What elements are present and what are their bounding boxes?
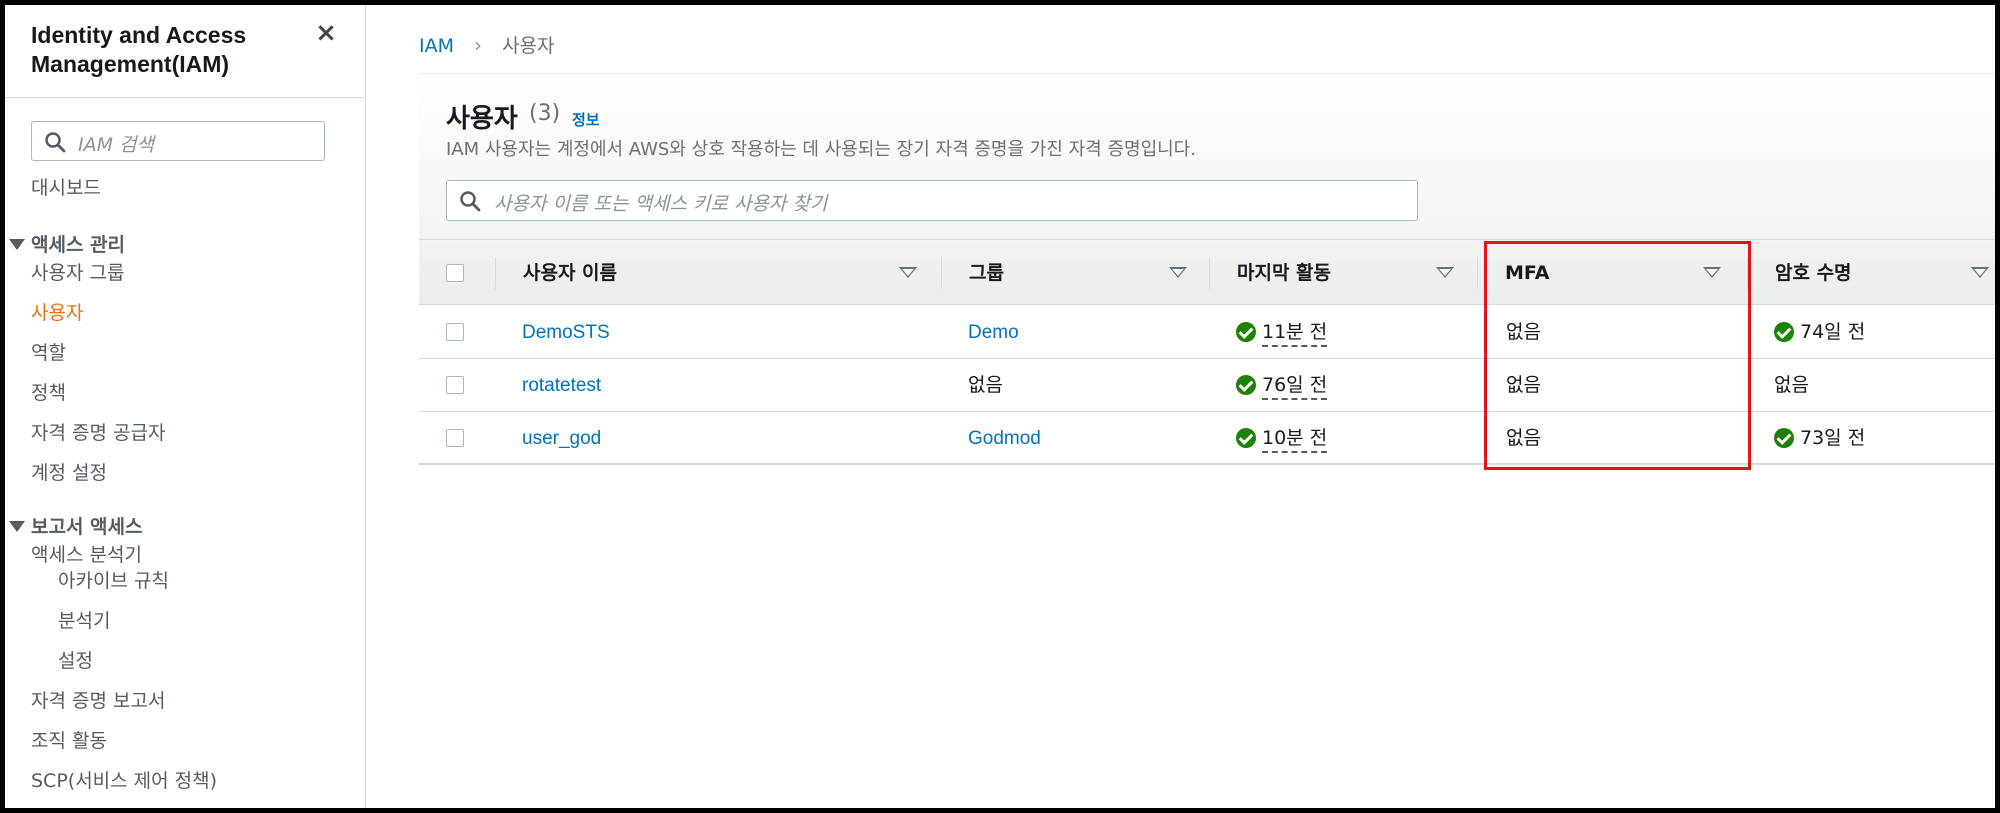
group-cell: 없음 (968, 374, 1003, 396)
sidebar-item-scp[interactable]: SCP(서비스 제어 정책) (31, 769, 217, 793)
search-icon (460, 191, 481, 212)
sidebar-item-account-settings[interactable]: 계정 설정 (31, 461, 107, 485)
password-age-cell: 73일 전 (1774, 412, 1865, 465)
column-divider (1747, 257, 1748, 289)
sidebar-item-identity-providers[interactable]: 자격 증명 공급자 (31, 421, 165, 445)
sidebar-item-users[interactable]: 사용자 (31, 301, 83, 325)
check-circle-icon (1774, 322, 1794, 342)
table-header: 사용자 이름 그룹 마지막 활동 MFA 암호 수명 (419, 239, 1995, 305)
user-search-input[interactable]: 사용자 이름 또는 액세스 키로 사용자 찾기 (446, 180, 1418, 221)
mfa-cell: 없음 (1506, 427, 1541, 449)
column-header-groups[interactable]: 그룹 (969, 240, 1004, 306)
password-age-cell: 없음 (1774, 374, 1809, 396)
select-all-checkbox[interactable] (446, 264, 464, 282)
check-circle-icon (1774, 428, 1794, 448)
caret-down-icon (9, 239, 25, 250)
row-checkbox[interactable] (446, 429, 464, 447)
column-divider (1477, 257, 1478, 289)
user-search-placeholder: 사용자 이름 또는 액세스 키로 사용자 찾기 (494, 193, 828, 215)
sidebar-section-access-management[interactable]: 액세스 관리 (9, 233, 125, 257)
password-age-value: 74일 전 (1800, 321, 1866, 343)
app-frame: Identity and Access Management(IAM) × IA… (5, 5, 1995, 808)
table-row[interactable]: user_god Godmod 10분 전 없음 73일 전 (419, 412, 1995, 465)
column-header-mfa[interactable]: MFA (1505, 240, 1549, 306)
sidebar-item-settings[interactable]: 설정 (58, 649, 93, 673)
caret-down-icon (9, 521, 25, 532)
column-divider (941, 257, 942, 289)
password-age-value: 73일 전 (1800, 427, 1866, 449)
check-circle-icon (1236, 428, 1256, 448)
sidebar-item-archive-rules[interactable]: 아카이브 규칙 (58, 569, 169, 593)
close-icon[interactable]: × (312, 19, 340, 47)
last-activity-value[interactable]: 76일 전 (1262, 374, 1328, 400)
user-name-link[interactable]: user_god (522, 412, 601, 465)
sidebar-item-organization-activity[interactable]: 조직 활동 (31, 729, 107, 753)
sidebar-title: Identity and Access Management(IAM) (31, 22, 247, 77)
last-activity-cell: 76일 전 (1236, 359, 1328, 412)
group-link[interactable]: Godmod (968, 412, 1041, 465)
user-name-link[interactable]: DemoSTS (522, 306, 610, 359)
panel-header: 사용자 (3) 정보 IAM 사용자는 계정에서 AWS와 상호 작용하는 데 … (419, 73, 1995, 239)
column-divider (495, 257, 496, 289)
sidebar: Identity and Access Management(IAM) × IA… (5, 5, 366, 808)
table-row[interactable]: rotatetest 없음 76일 전 없음 없음 (419, 359, 1995, 412)
column-divider (1209, 257, 1210, 289)
check-circle-icon (1236, 375, 1256, 395)
last-activity-cell: 11분 전 (1236, 306, 1328, 359)
users-panel: 사용자 (3) 정보 IAM 사용자는 계정에서 AWS와 상호 작용하는 데 … (419, 73, 1995, 467)
sidebar-divider (5, 97, 366, 98)
column-header-password-age[interactable]: 암호 수명 (1775, 240, 1852, 306)
table-row[interactable]: DemoSTS Demo 11분 전 없음 74일 전 (419, 306, 1995, 359)
last-activity-value[interactable]: 11분 전 (1262, 321, 1328, 347)
column-header-user-name[interactable]: 사용자 이름 (523, 240, 617, 306)
sort-down-icon[interactable] (899, 267, 917, 278)
mfa-cell: 없음 (1506, 374, 1541, 396)
last-activity-cell: 10분 전 (1236, 412, 1328, 465)
sidebar-search-placeholder: IAM 검색 (78, 134, 154, 156)
page-title: 사용자 (446, 104, 518, 134)
breadcrumb: IAM › 사용자 (419, 31, 555, 58)
group-link[interactable]: Demo (968, 306, 1019, 359)
search-icon (45, 132, 66, 153)
panel-description: IAM 사용자는 계정에서 AWS와 상호 작용하는 데 사용되는 장기 자격 … (446, 139, 1196, 160)
sidebar-section-access-reports[interactable]: 보고서 액세스 (9, 515, 143, 539)
sidebar-item-roles[interactable]: 역할 (31, 341, 66, 365)
sort-down-icon[interactable] (1971, 267, 1989, 278)
sidebar-search-input[interactable]: IAM 검색 (31, 121, 325, 161)
sidebar-item-dashboard[interactable]: 대시보드 (31, 176, 101, 200)
user-name-link[interactable]: rotatetest (522, 359, 601, 412)
info-link[interactable]: 정보 (572, 109, 600, 130)
breadcrumb-iam[interactable]: IAM (419, 35, 454, 57)
row-checkbox[interactable] (446, 323, 464, 341)
sidebar-section-label: 보고서 액세스 (31, 516, 143, 538)
chevron-right-icon: › (474, 33, 483, 57)
check-circle-icon (1236, 322, 1256, 342)
sidebar-item-credential-report[interactable]: 자격 증명 보고서 (31, 689, 165, 713)
sort-down-icon[interactable] (1703, 267, 1721, 278)
sidebar-item-analyzers[interactable]: 분석기 (58, 609, 110, 633)
row-checkbox[interactable] (446, 376, 464, 394)
breadcrumb-current: 사용자 (502, 35, 555, 57)
sort-down-icon[interactable] (1436, 267, 1454, 278)
user-count: (3) (529, 101, 561, 126)
sidebar-item-policies[interactable]: 정책 (31, 381, 66, 405)
sort-down-icon[interactable] (1169, 267, 1187, 278)
sidebar-item-user-groups[interactable]: 사용자 그룹 (31, 261, 124, 285)
sidebar-item-access-analyzer[interactable]: 액세스 분석기 (31, 543, 142, 567)
last-activity-value[interactable]: 10분 전 (1262, 427, 1328, 453)
mfa-cell: 없음 (1506, 321, 1541, 343)
column-header-last-activity[interactable]: 마지막 활동 (1237, 240, 1331, 306)
password-age-cell: 74일 전 (1774, 306, 1865, 359)
sidebar-section-label: 액세스 관리 (31, 234, 126, 256)
